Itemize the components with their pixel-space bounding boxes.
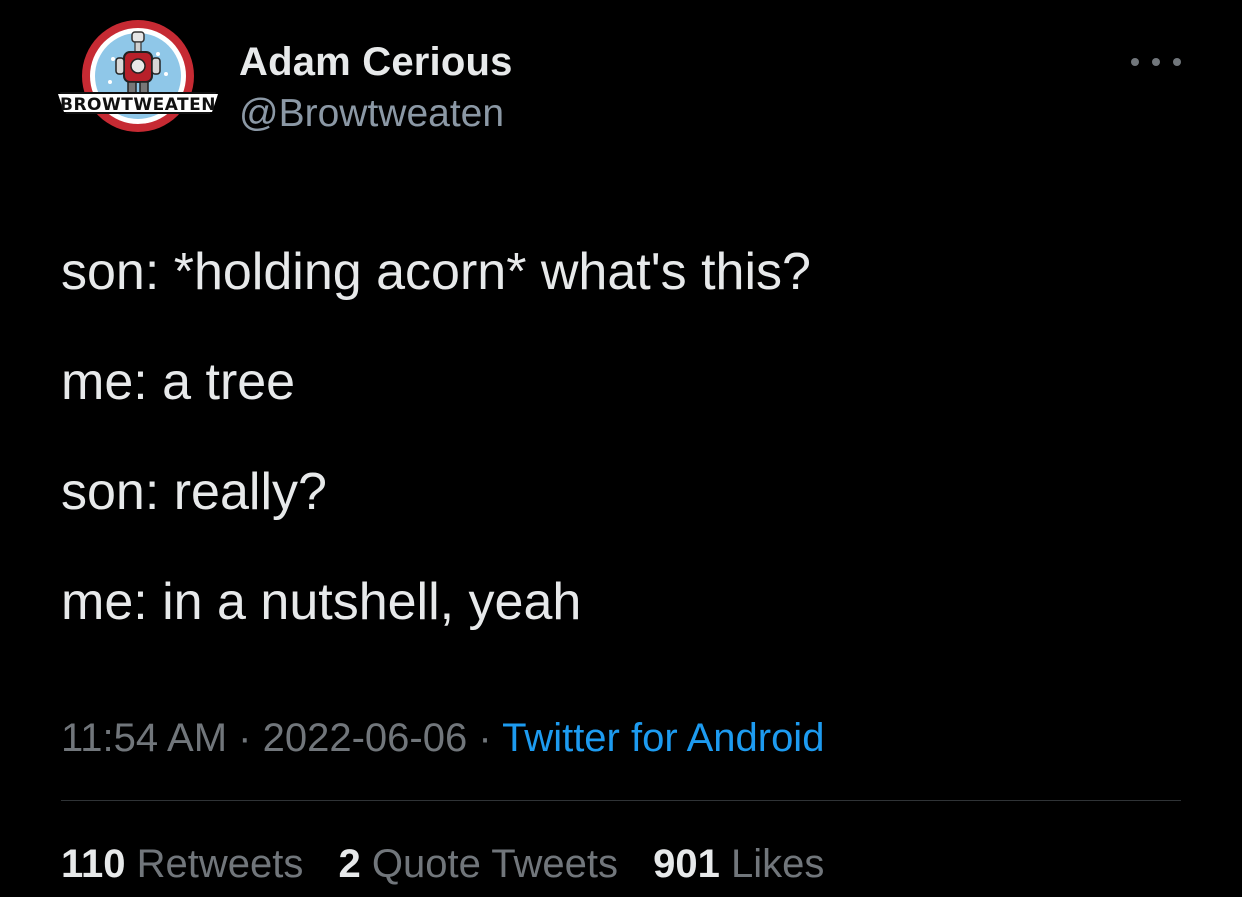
tweet-line: me: in a nutshell, yeah bbox=[61, 573, 582, 631]
retweets-count: 110 bbox=[61, 842, 126, 886]
display-name[interactable]: Adam Cerious bbox=[239, 38, 513, 86]
tweet-source-link[interactable]: Twitter for Android bbox=[502, 716, 824, 760]
tweet-text: son: *holding acorn* what's this? me: a … bbox=[61, 240, 1181, 680]
more-horizontal-icon bbox=[1131, 58, 1139, 66]
avatar-brand-text: BROWTWEATEN bbox=[60, 95, 216, 115]
tweet-line: son: really? bbox=[61, 463, 327, 521]
tweet-detail: BROWTWEATEN Adam Cerious @Browtweaten so… bbox=[0, 0, 1242, 897]
avatar[interactable]: BROWTWEATEN bbox=[58, 14, 218, 144]
likes-count: 901 bbox=[653, 842, 720, 886]
meta-separator: · bbox=[478, 716, 492, 760]
tweet-line: me: a tree bbox=[61, 353, 296, 411]
author-block[interactable]: Adam Cerious @Browtweaten bbox=[239, 38, 513, 138]
more-horizontal-icon bbox=[1173, 58, 1181, 66]
tweet-time[interactable]: 11:54 AM bbox=[61, 716, 227, 760]
quote-tweets-stat[interactable]: 2 Quote Tweets bbox=[339, 842, 618, 886]
tweet-metadata: 11:54 AM · 2022-06-06 · Twitter for Andr… bbox=[61, 712, 824, 764]
retweets-label: Retweets bbox=[136, 842, 304, 886]
more-options-button[interactable] bbox=[1131, 52, 1181, 72]
tweet-line: son: *holding acorn* what's this? bbox=[61, 243, 811, 301]
meta-separator: · bbox=[238, 716, 252, 760]
tweet-stats: 110 Retweets 2 Quote Tweets 901 Likes bbox=[61, 838, 848, 890]
browtweaten-logo-icon: BROWTWEATEN bbox=[58, 20, 218, 132]
user-handle[interactable]: @Browtweaten bbox=[239, 90, 513, 138]
quote-tweets-count: 2 bbox=[338, 842, 361, 886]
more-horizontal-icon bbox=[1152, 58, 1160, 66]
retweets-stat[interactable]: 110 Retweets bbox=[61, 842, 303, 886]
likes-label: Likes bbox=[730, 842, 825, 886]
quote-tweets-label: Quote Tweets bbox=[371, 842, 618, 886]
likes-stat[interactable]: 901 Likes bbox=[653, 842, 824, 886]
divider bbox=[61, 800, 1181, 801]
tweet-date[interactable]: 2022-06-06 bbox=[263, 716, 468, 760]
